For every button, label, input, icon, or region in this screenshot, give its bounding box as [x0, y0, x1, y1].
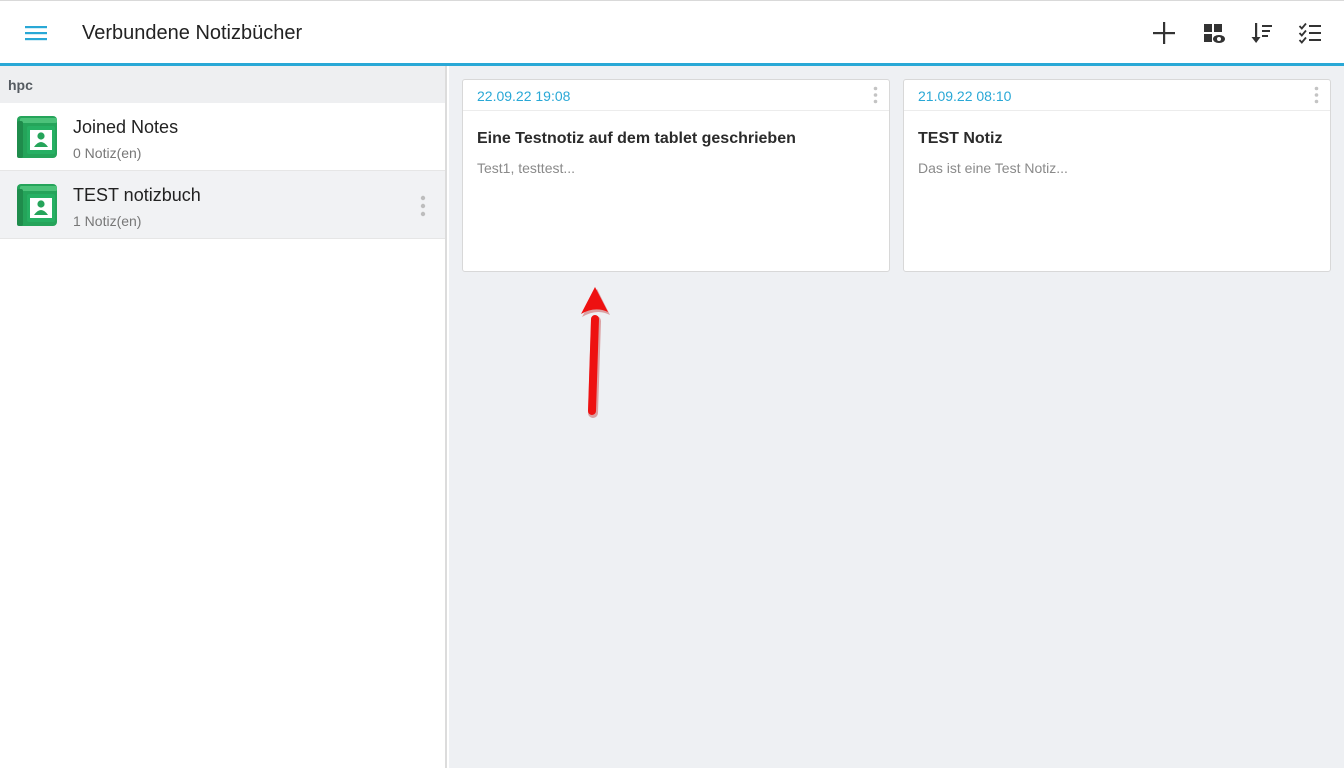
notebook-name: Joined Notes: [73, 117, 179, 137]
app-bar: Verbundene Notizbücher: [0, 1, 1344, 66]
notebook-icon: [17, 184, 57, 226]
note-card-header: 21.09.22 08:10: [904, 80, 1330, 111]
note-title: Eine Testnotiz auf dem tablet geschriebe…: [477, 130, 796, 147]
notebook-item-joined-notes[interactable]: Joined Notes 0 Notiz(en): [0, 103, 445, 171]
group-header: hpc: [0, 66, 445, 103]
sort-button[interactable]: [1244, 15, 1280, 51]
add-note-button[interactable]: [1146, 15, 1182, 51]
notebook-note-count: 0 Notiz(en): [73, 145, 142, 161]
checklist-button[interactable]: [1292, 15, 1328, 51]
note-more-button[interactable]: [1308, 84, 1324, 106]
add-icon: [1153, 22, 1175, 44]
sort-icon: [1251, 23, 1272, 43]
note-card[interactable]: 22.09.22 19:08 Eine Testnotiz auf dem ta…: [462, 79, 890, 272]
notebook-note-count: 1 Notiz(en): [73, 213, 142, 229]
notebook-icon: [17, 116, 57, 158]
note-card-header: 22.09.22 19:08: [463, 80, 889, 111]
note-card[interactable]: 21.09.22 08:10 TEST Notiz Das ist eine T…: [903, 79, 1331, 272]
more-vert-icon: [873, 86, 877, 104]
notebook-sidebar: hpc Joined Notes 0 Notiz(en) TEST notizb…: [0, 66, 447, 768]
note-preview: Das ist eine Test Notiz...: [918, 160, 1068, 176]
menu-button[interactable]: [16, 13, 56, 53]
note-date: 21.09.22 08:10: [918, 88, 1012, 104]
app-window: Verbundene Notizbücher hpc Joined Notes …: [0, 0, 1344, 768]
notebook-name: TEST notizbuch: [73, 185, 201, 205]
note-preview: Test1, testtest...: [477, 160, 576, 176]
view-mode-button[interactable]: [1196, 15, 1232, 51]
checklist-icon: [1298, 22, 1321, 44]
more-vert-icon: [420, 195, 426, 217]
note-title: TEST Notiz: [918, 130, 1003, 147]
red-arrow-annotation: [581, 287, 610, 418]
menu-icon: [25, 26, 47, 41]
view-mode-icon: [1204, 24, 1225, 43]
note-date: 22.09.22 19:08: [477, 88, 571, 104]
more-vert-icon: [1314, 86, 1318, 104]
note-more-button[interactable]: [867, 84, 883, 106]
notebook-more-button[interactable]: [413, 193, 433, 219]
page-title: Verbundene Notizbücher: [82, 22, 303, 44]
notebook-item-test-notizbuch[interactable]: TEST notizbuch 1 Notiz(en): [0, 171, 445, 239]
